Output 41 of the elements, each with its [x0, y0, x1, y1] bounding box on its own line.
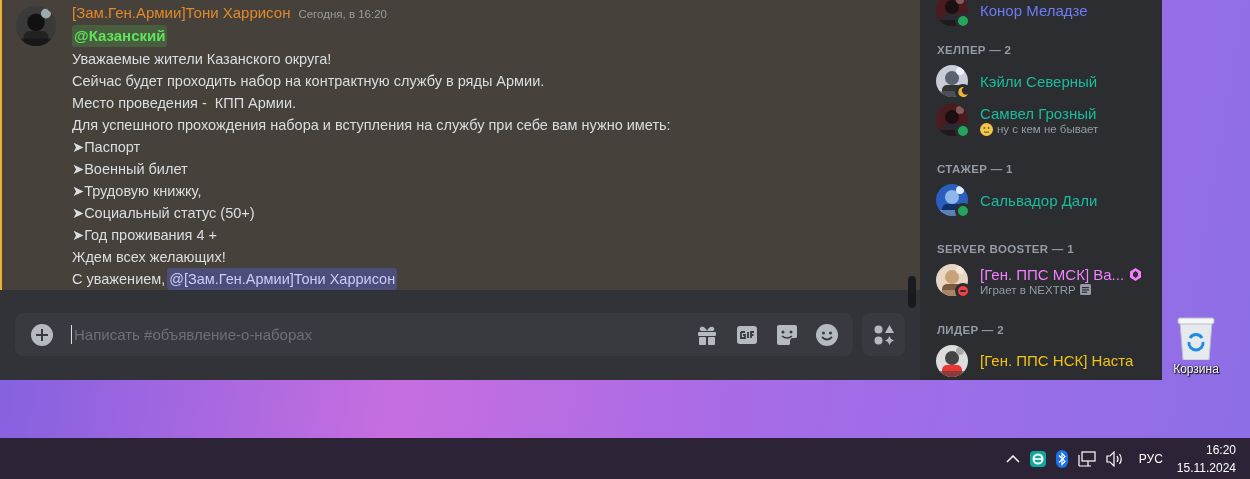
recycle-bin-label[interactable]: Корзина: [1173, 362, 1219, 376]
message-line: Ждем всех желающих!: [72, 248, 227, 267]
recycle-bin-icon[interactable]: [1176, 316, 1216, 360]
message-line: Сейчас будет проходить набор на контрактную службу в ряды Армии.: [72, 72, 546, 91]
apps-icon[interactable]: [872, 323, 895, 346]
member-name[interactable]: [Ген. ППС НСК] Наста: [980, 351, 1134, 371]
author-name[interactable]: [Зам.Ген.Армии]Тони Харрисон: [72, 4, 291, 21]
message-line: Место проведения - КПП Армии.: [72, 94, 298, 113]
member-name[interactable]: Сальвадор Дали: [980, 190, 1098, 210]
member-name[interactable]: Конор Меладзе: [980, 0, 1088, 20]
member-activity: ну с кем не бывает: [997, 123, 1099, 136]
user-mention[interactable]: @[Зам.Ген.Армии]Тони Харрисон: [167, 268, 398, 290]
neutral-face-icon: [980, 122, 993, 136]
scrollbar-thumb[interactable]: [908, 276, 916, 308]
smiley-icon[interactable]: [815, 322, 839, 347]
language-indicator[interactable]: РУС: [1128, 451, 1173, 466]
message-line: С уважением,: [72, 270, 166, 289]
message-line: ➤Трудовую книжку,: [72, 182, 203, 201]
sticker-icon[interactable]: [775, 322, 799, 347]
member-activity: Играет в NEXTRP: [980, 283, 1076, 296]
message-line: ➤Год проживания 4 +: [72, 226, 219, 245]
message-field[interactable]: Написать #объявление-о-наборах: [71, 325, 679, 344]
message-line: ➤Военный билет: [72, 160, 189, 179]
message-line: Уважаемые жители Казанского округа!: [72, 50, 333, 69]
add-icon[interactable]: [31, 323, 53, 346]
clock[interactable]: 16:20 15.11.2024: [1172, 442, 1240, 475]
member-name[interactable]: Самвел Грозный: [980, 103, 1097, 123]
message-timestamp: Сегодня, в 16:20: [298, 8, 387, 20]
member-name[interactable]: [Ген. ППС МСК] Ва...: [980, 264, 1125, 284]
document-icon: [1079, 284, 1091, 296]
message-line: Для успешного прохождения набора и вступления на службу при себе вам нужно иметь:: [72, 116, 671, 135]
member-group-title: SERVER BOOSTER — 1: [937, 242, 1075, 258]
message-line: ➤Социальный статус (50+): [72, 204, 256, 223]
apps-button[interactable]: [862, 313, 905, 356]
member-group-title: ХЕЛПЕР — 2: [937, 43, 1013, 58]
member-group-title: СТАЖЕР — 1: [937, 161, 1014, 177]
message-line: ➤Паспорт: [72, 138, 142, 157]
member-group-title: ЛИДЕР — 2: [937, 322, 1005, 338]
member-name[interactable]: Кэйли Северный: [980, 71, 1098, 91]
role-mention[interactable]: @Казанский: [72, 25, 168, 47]
message-input[interactable]: Написать #объявление-о-наборах: [15, 313, 853, 356]
